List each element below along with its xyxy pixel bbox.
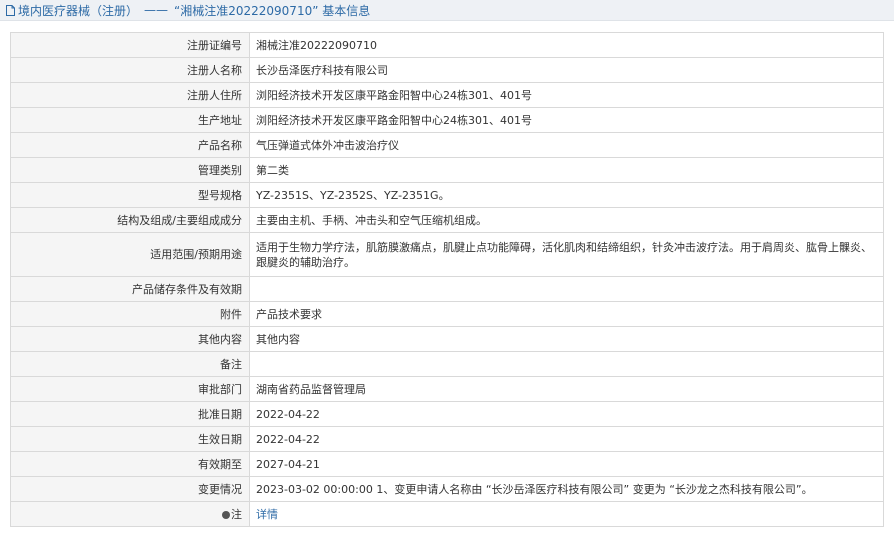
table-row: 变更情况 2023-03-02 00:00:00 1、变更申请人名称由 “长沙岳… — [10, 476, 884, 502]
table-row: 注册人住所 浏阳经济技术开发区康平路金阳智中心24栋301、401号 — [10, 82, 884, 108]
header-record-title: “湘械注准20222090710” 基本信息 — [174, 3, 371, 18]
row-label-management-class: 管理类别 — [10, 157, 250, 183]
note-label-text: 注 — [231, 507, 242, 521]
table-row: 注 详情 — [10, 501, 884, 527]
table-row: 生效日期 2022-04-22 — [10, 426, 884, 452]
table-row: 审批部门 湖南省药品监督管理局 — [10, 376, 884, 402]
detail-table-container: 注册证编号 湘械注准20222090710 注册人名称 长沙岳泽医疗科技有限公司… — [10, 32, 884, 527]
row-value-attachment: 产品技术要求 — [249, 301, 884, 327]
table-row: 产品储存条件及有效期 — [10, 276, 884, 302]
row-label-approval-dept: 审批部门 — [10, 376, 250, 402]
header-category: 境内医疗器械（注册） — [18, 3, 139, 18]
row-value-valid-until: 2027-04-21 — [249, 451, 884, 477]
row-value-effective-date: 2022-04-22 — [249, 426, 884, 452]
table-row: 型号规格 YZ-2351S、YZ-2352S、YZ-2351G。 — [10, 182, 884, 208]
table-row: 其他内容 其他内容 — [10, 326, 884, 352]
row-label-registration-no: 注册证编号 — [10, 32, 250, 58]
table-row: 管理类别 第二类 — [10, 157, 884, 183]
row-value-production-address: 浏阳经济技术开发区康平路金阳智中心24栋301、401号 — [249, 107, 884, 133]
row-label-attachment: 附件 — [10, 301, 250, 327]
row-label-valid-until: 有效期至 — [10, 451, 250, 477]
row-label-changes: 变更情况 — [10, 476, 250, 502]
table-row: 产品名称 气压弹道式体外冲击波治疗仪 — [10, 132, 884, 158]
table-row: 结构及组成/主要组成成分 主要由主机、手柄、冲击头和空气压缩机组成。 — [10, 207, 884, 233]
row-value-registrant-name: 长沙岳泽医疗科技有限公司 — [249, 57, 884, 83]
row-label-model-spec: 型号规格 — [10, 182, 250, 208]
row-label-remarks: 备注 — [10, 351, 250, 377]
row-label-storage: 产品储存条件及有效期 — [10, 276, 250, 302]
row-label-intended-use: 适用范围/预期用途 — [10, 232, 250, 277]
row-value-approval-dept: 湖南省药品监督管理局 — [249, 376, 884, 402]
row-value-intended-use: 适用于生物力学疗法，肌筋膜激痛点，肌腱止点功能障碍，活化肌肉和结缔组织，针灸冲击… — [249, 232, 884, 277]
row-label-approval-date: 批准日期 — [10, 401, 250, 427]
row-value-registration-no: 湘械注准20222090710 — [249, 32, 884, 58]
row-value-remarks — [249, 351, 884, 377]
detail-table: 注册证编号 湘械注准20222090710 注册人名称 长沙岳泽医疗科技有限公司… — [10, 32, 884, 527]
document-icon — [6, 4, 15, 16]
row-label-structure: 结构及组成/主要组成成分 — [10, 207, 250, 233]
table-row: 注册人名称 长沙岳泽医疗科技有限公司 — [10, 57, 884, 83]
row-value-registrant-address: 浏阳经济技术开发区康平路金阳智中心24栋301、401号 — [249, 82, 884, 108]
details-link[interactable]: 详情 — [256, 508, 278, 521]
header-separator: —— — [144, 3, 169, 17]
row-label-other: 其他内容 — [10, 326, 250, 352]
row-label-effective-date: 生效日期 — [10, 426, 250, 452]
row-value-approval-date: 2022-04-22 — [249, 401, 884, 427]
row-label-note: 注 — [10, 501, 250, 527]
table-row: 注册证编号 湘械注准20222090710 — [10, 32, 884, 58]
row-label-production-address: 生产地址 — [10, 107, 250, 133]
row-value-structure: 主要由主机、手柄、冲击头和空气压缩机组成。 — [249, 207, 884, 233]
table-row: 有效期至 2027-04-21 — [10, 451, 884, 477]
row-value-product-name: 气压弹道式体外冲击波治疗仪 — [249, 132, 884, 158]
note-dot-icon — [222, 510, 230, 519]
row-label-product-name: 产品名称 — [10, 132, 250, 158]
row-value-changes: 2023-03-02 00:00:00 1、变更申请人名称由 “长沙岳泽医疗科技… — [249, 476, 884, 502]
table-row: 备注 — [10, 351, 884, 377]
row-value-other: 其他内容 — [249, 326, 884, 352]
row-label-registrant-name: 注册人名称 — [10, 57, 250, 83]
row-value-note: 详情 — [249, 501, 884, 527]
page-header: 境内医疗器械（注册） —— “湘械注准20222090710” 基本信息 — [0, 0, 894, 21]
row-label-registrant-address: 注册人住所 — [10, 82, 250, 108]
row-value-model-spec: YZ-2351S、YZ-2352S、YZ-2351G。 — [249, 182, 884, 208]
table-row: 适用范围/预期用途 适用于生物力学疗法，肌筋膜激痛点，肌腱止点功能障碍，活化肌肉… — [10, 232, 884, 277]
table-row: 批准日期 2022-04-22 — [10, 401, 884, 427]
table-row: 生产地址 浏阳经济技术开发区康平路金阳智中心24栋301、401号 — [10, 107, 884, 133]
row-value-storage — [249, 276, 884, 302]
row-value-management-class: 第二类 — [249, 157, 884, 183]
table-row: 附件 产品技术要求 — [10, 301, 884, 327]
